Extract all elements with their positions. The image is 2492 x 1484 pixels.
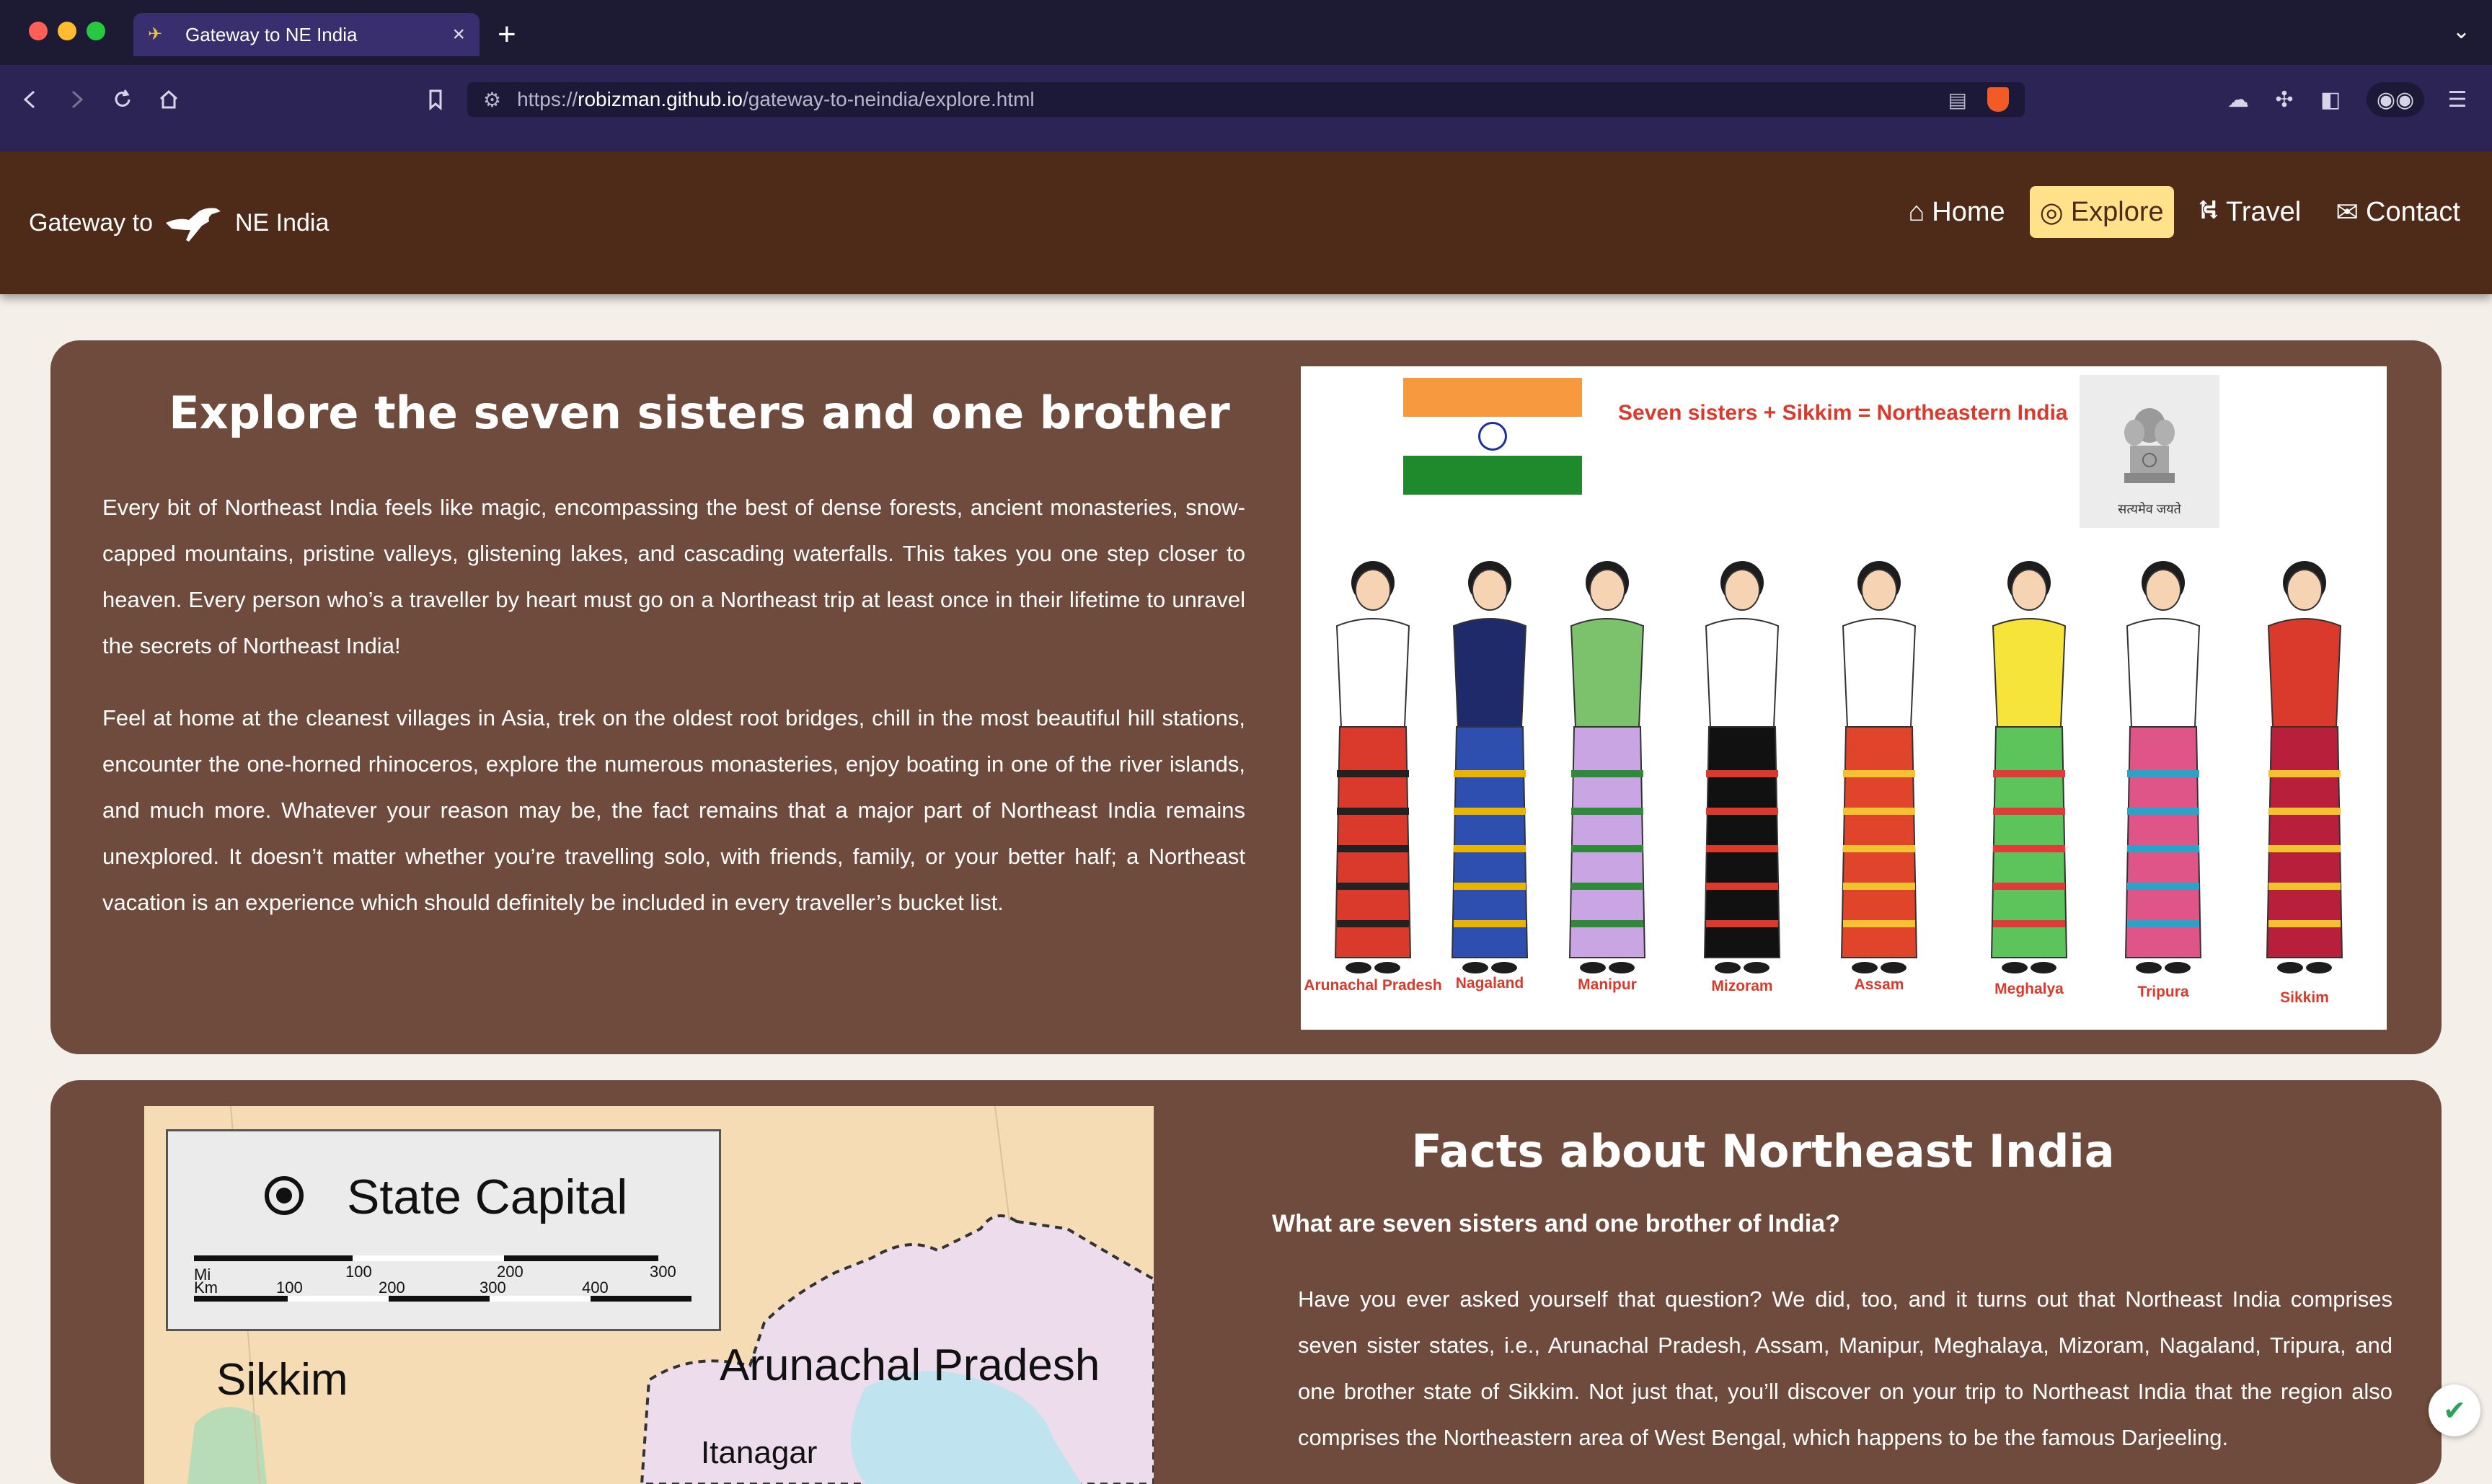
home-icon: ⌂ bbox=[1908, 197, 1925, 228]
map-label-itanagar: Itanagar bbox=[701, 1435, 817, 1471]
costume-figure bbox=[1335, 561, 1410, 973]
nav-travel[interactable]: ⛕Travel bbox=[2188, 186, 2312, 238]
site-settings-icon[interactable]: ⚙ bbox=[483, 88, 501, 112]
costume-figure bbox=[1452, 561, 1527, 973]
browser-toolbar: ⚙ https://robizman.github.io/gateway-to-… bbox=[0, 65, 2492, 166]
scale-km-tick: 200 bbox=[379, 1278, 405, 1297]
menu-icon[interactable]: ☰ bbox=[2440, 82, 2475, 117]
state-label: Arunachal Pradesh bbox=[1304, 977, 1441, 994]
scale-km-tick: 400 bbox=[582, 1278, 609, 1297]
map-label-arunachal-pradesh: Arunachal Pradesh bbox=[720, 1340, 1100, 1391]
map-scale-bar bbox=[168, 1131, 723, 1333]
costume-figure bbox=[2126, 561, 2201, 973]
costume-figure bbox=[1570, 561, 1645, 973]
tab-list-chevron-icon[interactable]: ⌄ bbox=[2452, 19, 2470, 44]
state-label: Sikkim bbox=[2280, 989, 2329, 1006]
nav-explore[interactable]: ◎Explore bbox=[2030, 186, 2174, 238]
costume-figure bbox=[2267, 561, 2342, 973]
new-tab-button[interactable]: + bbox=[498, 17, 516, 52]
browser-tab-bar: ✈ Gateway to NE India × + ⌄ bbox=[0, 0, 2492, 65]
url-text: https://robizman.github.io/gateway-to-ne… bbox=[517, 88, 1940, 111]
facts-subheading: What are seven sisters and one brother o… bbox=[1272, 1210, 1840, 1238]
security-shield-icon[interactable]: ✔ bbox=[2429, 1384, 2480, 1436]
brand-prefix: Gateway to bbox=[29, 209, 153, 237]
nav-contact[interactable]: ✉Contact bbox=[2325, 186, 2470, 238]
state-label: Mizoram bbox=[1711, 978, 1772, 994]
tab-title: Gateway to NE India bbox=[185, 24, 452, 46]
scale-km-tick: 100 bbox=[276, 1278, 303, 1297]
sidebar-icon[interactable]: ◧ bbox=[2313, 82, 2348, 117]
nav-label: Contact bbox=[2366, 197, 2460, 228]
scale-mi-tick: 100 bbox=[345, 1263, 372, 1281]
traditional-costume-figures: Arunachal Pradesh Nagaland Manipur Mizoram A… bbox=[1301, 366, 2387, 1030]
facts-section: State Capital Mi Km 100 200 300 100 200 … bbox=[50, 1080, 2442, 1484]
reader-mode-icon[interactable]: ▤ bbox=[1948, 88, 1967, 112]
state-label: Manipur bbox=[1578, 976, 1637, 993]
map-label-sikkim: Sikkim bbox=[216, 1354, 348, 1405]
scale-km-tick: 300 bbox=[480, 1278, 506, 1297]
explore-paragraph-1: Every bit of Northeast India feels like … bbox=[102, 485, 1245, 669]
bookmark-icon[interactable] bbox=[418, 82, 453, 117]
compass-icon: ◎ bbox=[2040, 196, 2064, 229]
scale-unit-km: Km bbox=[194, 1278, 218, 1297]
site-header: Gateway to NE India ⌂Home ◎Explore ⛕Travel… bbox=[0, 151, 2492, 294]
tab-close-icon[interactable]: × bbox=[452, 22, 465, 47]
window-close-button[interactable] bbox=[29, 22, 48, 40]
reload-icon[interactable] bbox=[105, 82, 140, 117]
northeast-india-map: State Capital Mi Km 100 200 300 100 200 … bbox=[144, 1106, 1154, 1484]
costume-figure bbox=[1705, 561, 1780, 973]
cloud-icon[interactable]: ☁ bbox=[2221, 82, 2255, 117]
home-icon[interactable] bbox=[151, 82, 186, 117]
private-profile-icon[interactable]: ◉◉ bbox=[2367, 82, 2424, 117]
back-icon[interactable] bbox=[13, 82, 48, 117]
costume-figure bbox=[1992, 561, 2067, 973]
scale-mi-tick: 300 bbox=[650, 1263, 676, 1281]
browser-tab[interactable]: ✈ Gateway to NE India × bbox=[133, 13, 480, 56]
state-label: Tripura bbox=[2137, 984, 2189, 1000]
mail-icon: ✉ bbox=[2336, 196, 2359, 229]
forward-icon[interactable] bbox=[59, 82, 94, 117]
explore-paragraph-2: Feel at home at the cleanest villages in… bbox=[102, 695, 1245, 926]
map-legend: State Capital Mi Km 100 200 300 100 200 … bbox=[166, 1129, 721, 1331]
nav-label: Travel bbox=[2226, 197, 2301, 228]
nav-home[interactable]: ⌂Home bbox=[1898, 186, 2015, 238]
state-label: Nagaland bbox=[1456, 975, 1524, 991]
site-nav: ⌂Home◎Explore⛕Travel✉Contact bbox=[1883, 186, 2470, 238]
state-label: Meghalya bbox=[1994, 981, 2064, 997]
facts-paragraph: Have you ever asked yourself that questi… bbox=[1298, 1276, 2392, 1461]
address-bar[interactable]: ⚙ https://robizman.github.io/gateway-to-… bbox=[467, 82, 2025, 117]
travel-icon: ⛕ bbox=[2199, 195, 2219, 229]
explore-heading: Explore the seven sisters and one brothe… bbox=[101, 387, 1298, 439]
extensions-icon[interactable]: ✣ bbox=[2267, 82, 2302, 117]
state-label: Assam bbox=[1855, 976, 1904, 993]
explore-section: Explore the seven sisters and one brothe… bbox=[50, 340, 2442, 1054]
window-zoom-button[interactable] bbox=[87, 22, 105, 40]
url-scheme: https:// bbox=[517, 88, 578, 110]
nav-label: Explore bbox=[2071, 197, 2164, 228]
url-host: robizman.github.io bbox=[578, 88, 743, 110]
brand-suffix: NE India bbox=[235, 209, 329, 237]
seven-sisters-illustration: Seven sisters + Sikkim = Northeastern In… bbox=[1301, 366, 2387, 1030]
costume-figure bbox=[1842, 561, 1917, 973]
brave-shields-icon[interactable] bbox=[1987, 87, 2009, 112]
hornbill-logo-icon bbox=[164, 201, 222, 244]
facts-heading: Facts about Northeast India bbox=[1103, 1125, 2423, 1178]
bird-favicon-icon: ✈ bbox=[148, 27, 169, 42]
site-brand[interactable]: Gateway to NE India bbox=[29, 151, 329, 294]
url-path: /gateway-to-neindia/explore.html bbox=[743, 88, 1035, 110]
nav-label: Home bbox=[1932, 197, 2005, 228]
window-minimize-button[interactable] bbox=[58, 22, 76, 40]
